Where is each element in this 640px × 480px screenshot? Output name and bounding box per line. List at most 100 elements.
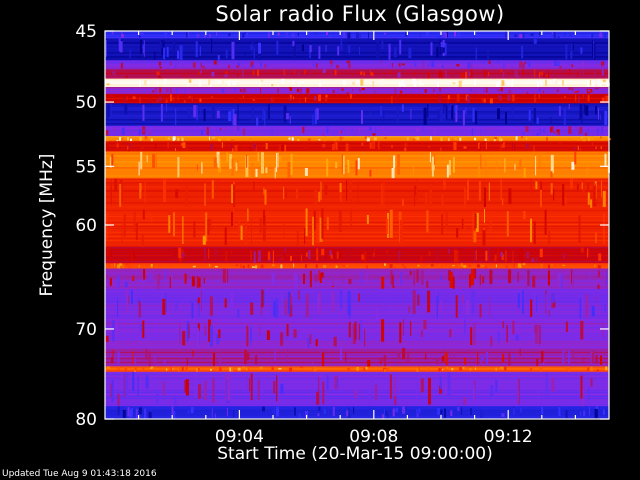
spectrogram-speckle <box>334 136 336 141</box>
spectrogram-speckle <box>132 351 134 365</box>
spectrogram-speckle <box>437 291 439 305</box>
band-striation <box>105 175 609 177</box>
spectrogram-speckle <box>549 117 552 123</box>
spectrogram-speckle <box>204 183 206 206</box>
spectrogram-speckle <box>358 128 361 133</box>
spectrogram-speckle <box>332 89 335 94</box>
spectrogram-speckle <box>283 69 285 76</box>
spectrogram-speckle <box>430 136 432 141</box>
spectrogram-speckle <box>162 284 164 289</box>
spectrogram-speckle <box>535 156 537 176</box>
spectrogram-speckle <box>605 394 607 402</box>
spectrogram-speckle <box>366 215 369 224</box>
spectrogram-speckle <box>210 144 214 151</box>
spectrogram-speckle <box>495 367 497 371</box>
spectrogram-speckle <box>105 143 109 151</box>
band-striation <box>105 66 609 68</box>
spectrogram-speckle <box>519 348 521 357</box>
spectrogram-speckle <box>173 40 175 56</box>
band-striation <box>105 243 609 245</box>
spectrogram-speckle <box>360 320 363 342</box>
spectrogram-speckle <box>316 248 319 261</box>
spectrogram-speckle <box>277 152 279 168</box>
spectrogram-speckle <box>260 60 263 68</box>
spectrogram-speckle <box>382 414 384 419</box>
spectrogram-speckle <box>380 106 383 116</box>
spectrogram-speckle <box>221 79 224 85</box>
spectrogram-speckle <box>192 265 196 268</box>
spectrogram-speckle <box>333 249 336 257</box>
spectrogram-speckle <box>322 143 326 148</box>
spectrogram-speckle <box>426 210 429 233</box>
spectrogram-speckle <box>468 264 471 267</box>
spectrogram-speckle <box>533 255 536 260</box>
spectrogram-speckle <box>187 108 191 118</box>
spectrogram-speckle <box>247 208 249 222</box>
spectrogram-speckle <box>443 179 446 190</box>
y-tick-label: 55 <box>75 157 97 177</box>
spectrogram-speckle <box>163 359 166 366</box>
spectrogram-speckle <box>309 45 312 53</box>
spectrogram-speckle <box>122 410 126 418</box>
spectrogram-speckle <box>418 408 421 413</box>
band-striation <box>105 317 609 319</box>
spectrogram-speckle <box>340 289 343 309</box>
spectrogram-speckle <box>562 350 565 364</box>
band-striation <box>105 399 609 401</box>
spectrogram-speckle <box>267 251 270 260</box>
spectrogram-speckle <box>465 71 468 79</box>
spectrogram-speckle <box>502 62 505 69</box>
band-striation <box>105 44 609 46</box>
spectrogram-speckle <box>191 302 194 319</box>
spectrogram-speckle <box>600 111 604 123</box>
spectrogram-speckle <box>389 209 393 238</box>
spectrogram-speckle <box>242 88 246 93</box>
spectrogram-speckle <box>303 273 305 284</box>
spectrogram-speckle <box>141 138 143 140</box>
spectrogram-speckle <box>497 60 499 64</box>
spectrogram-speckle <box>535 80 537 84</box>
spectrogram-speckle <box>459 292 462 316</box>
spectrogram-speckle <box>471 64 473 68</box>
spectrogram-speckle <box>110 104 113 118</box>
spectrogram-speckle <box>294 407 296 416</box>
spectrogram-speckle <box>386 249 388 254</box>
spectrogram-speckle <box>346 91 349 94</box>
spectrogram-speckle <box>424 89 427 93</box>
spectrogram-speckle <box>254 95 257 103</box>
spectrogram-speckle <box>315 339 318 347</box>
spectrogram-speckle <box>244 53 246 59</box>
spectrogram-speckle <box>400 90 403 94</box>
spectrogram-speckle <box>522 263 526 266</box>
spectrogram-speckle <box>369 406 371 417</box>
spectrogram-speckle <box>449 348 451 362</box>
spectrogram-speckle <box>261 289 264 308</box>
spectrogram-speckle <box>429 185 433 207</box>
spectrogram-speckle <box>183 100 186 103</box>
spectrogram-speckle <box>239 88 242 93</box>
spectrogram-speckle <box>224 227 227 246</box>
band-striation <box>105 321 609 323</box>
spectrogram-speckle <box>464 357 467 365</box>
spectrogram-speckle <box>277 88 279 93</box>
spectrogram-speckle <box>590 366 593 371</box>
spectrogram-speckle <box>290 255 292 261</box>
spectrogram-speckle <box>479 143 481 151</box>
spectrogram-speckle <box>605 271 607 286</box>
band-striation <box>105 303 609 305</box>
spectrogram-speckle <box>425 192 427 205</box>
spectrogram-speckle <box>185 366 188 370</box>
spectrogram-speckle <box>125 263 129 265</box>
spectrogram-speckle <box>315 264 318 268</box>
spectrogram-speckle <box>577 72 578 77</box>
spectrogram-speckle <box>604 32 606 38</box>
spectrogram-speckle <box>483 70 486 78</box>
spectrogram-speckle <box>129 252 131 263</box>
spectrogram-speckle <box>540 79 543 86</box>
band-striation <box>105 313 609 315</box>
spectrogram-speckle <box>595 354 598 364</box>
spectrogram-speckle <box>388 61 392 68</box>
band-striation <box>105 143 609 145</box>
spectrogram-speckle <box>162 381 165 396</box>
spectrogram-speckle <box>416 128 420 132</box>
